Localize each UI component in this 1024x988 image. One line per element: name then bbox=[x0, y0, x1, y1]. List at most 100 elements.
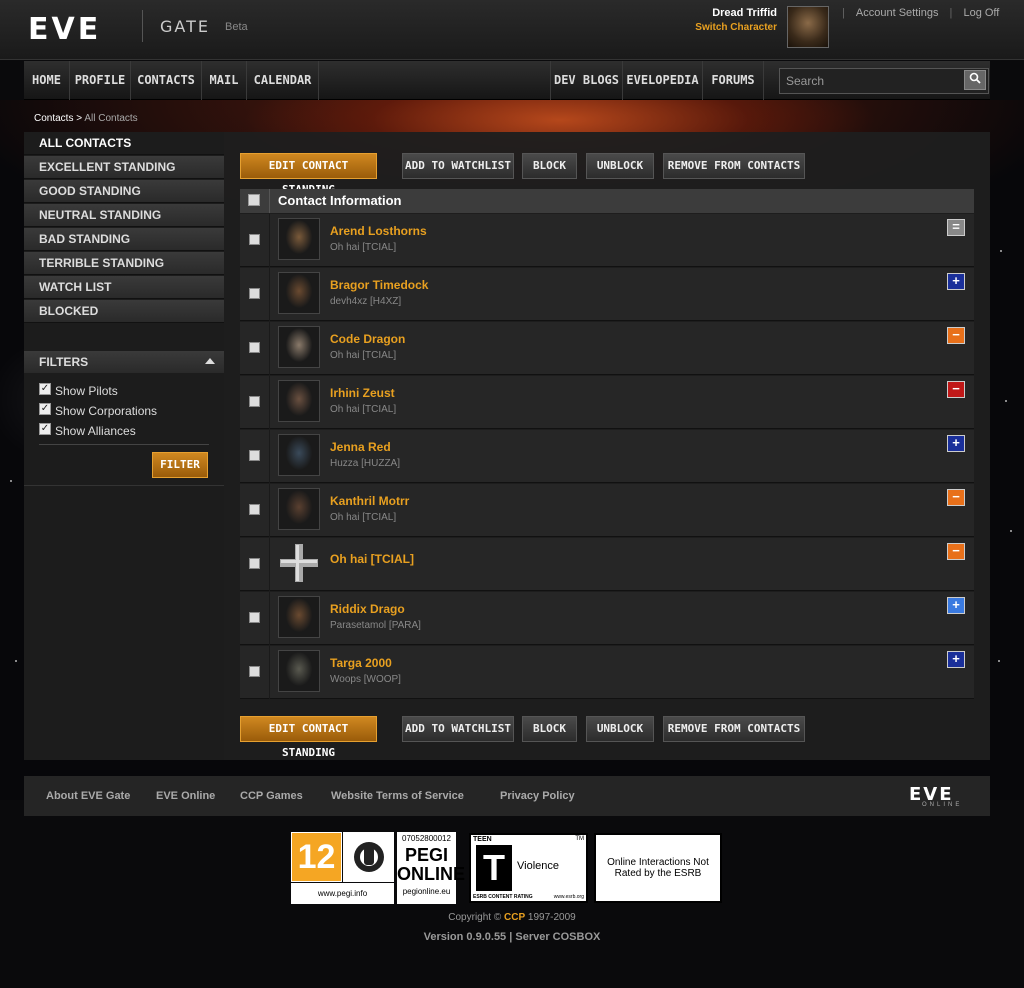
contact-corporation[interactable]: Huzza [HUZZA] bbox=[330, 458, 400, 469]
row-divider bbox=[269, 538, 270, 591]
breadcrumb-contacts[interactable]: Contacts bbox=[34, 113, 73, 124]
unblock-button-bottom[interactable]: UNBLOCK bbox=[586, 716, 654, 742]
contact-portrait[interactable] bbox=[278, 650, 320, 692]
contact-portrait[interactable] bbox=[278, 272, 320, 314]
filters-header[interactable]: FILTERS bbox=[24, 351, 224, 373]
contact-corporation[interactable]: Oh hai [TCIAL] bbox=[330, 242, 396, 253]
contact-portrait[interactable] bbox=[278, 218, 320, 260]
edit-contact-standing-button[interactable]: EDIT CONTACT STANDING bbox=[240, 153, 377, 196]
footer-link-privacy[interactable]: Privacy Policy bbox=[500, 790, 575, 802]
standing-neutral-icon: = bbox=[947, 219, 965, 236]
show-alliances-checkbox[interactable]: ✓ bbox=[39, 423, 51, 435]
edit-contact-standing-button-bottom[interactable]: EDIT CONTACT STANDING bbox=[240, 716, 377, 759]
pegi-12-badge: 12 bbox=[291, 832, 342, 882]
show-pilots-checkbox[interactable]: ✓ bbox=[39, 383, 51, 395]
standing-excellent-icon: + bbox=[947, 651, 965, 668]
contact-portrait[interactable] bbox=[278, 326, 320, 368]
eve-logo[interactable]: EVE bbox=[28, 12, 101, 47]
esrb-online-notice: Online Interactions Not Rated by the ESR… bbox=[594, 833, 722, 903]
table-row[interactable] bbox=[240, 430, 974, 483]
search-icon[interactable] bbox=[964, 70, 986, 90]
account-settings-link[interactable]: Account Settings bbox=[856, 7, 939, 19]
contact-portrait[interactable] bbox=[278, 380, 320, 422]
search-input[interactable]: Search bbox=[779, 68, 989, 94]
block-button-bottom[interactable]: BLOCK bbox=[522, 716, 577, 742]
row-divider bbox=[269, 592, 270, 645]
nav-evelopedia[interactable]: EVELOPEDIA bbox=[623, 61, 703, 100]
nav-home[interactable]: HOME bbox=[24, 61, 70, 100]
row-checkbox[interactable] bbox=[249, 666, 260, 677]
row-checkbox[interactable] bbox=[249, 504, 260, 515]
nav-dev-blogs[interactable]: DEV BLOGS bbox=[550, 61, 623, 100]
remove-from-contacts-button[interactable]: REMOVE FROM CONTACTS bbox=[663, 153, 805, 179]
contact-corporation[interactable]: Parasetamol [PARA] bbox=[330, 620, 421, 631]
sidebar-item-good-standing[interactable]: GOOD STANDING bbox=[24, 180, 224, 203]
unblock-button[interactable]: UNBLOCK bbox=[586, 153, 654, 179]
contact-portrait[interactable] bbox=[278, 488, 320, 530]
sidebar-item-bad-standing[interactable]: BAD STANDING bbox=[24, 228, 224, 251]
character-name[interactable]: Dread Triffid bbox=[712, 7, 777, 19]
footer-link-eve-online[interactable]: EVE Online bbox=[156, 790, 215, 802]
nav-calendar[interactable]: CALENDAR bbox=[247, 61, 319, 100]
collapse-arrow-icon[interactable] bbox=[205, 358, 215, 364]
contact-name[interactable]: Kanthril Motrr bbox=[330, 494, 409, 508]
row-checkbox[interactable] bbox=[249, 342, 260, 353]
footer-link-terms[interactable]: Website Terms of Service bbox=[331, 790, 464, 802]
contact-name[interactable]: Irhini Zeust bbox=[330, 386, 395, 400]
row-checkbox[interactable] bbox=[249, 558, 260, 569]
sidebar-item-excellent-standing[interactable]: EXCELLENT STANDING bbox=[24, 156, 224, 179]
nav-mail[interactable]: MAIL bbox=[202, 61, 247, 100]
block-button[interactable]: BLOCK bbox=[522, 153, 577, 179]
sidebar-item-blocked[interactable]: BLOCKED bbox=[24, 300, 224, 323]
contact-name[interactable]: Jenna Red bbox=[330, 440, 391, 454]
nav-profile[interactable]: PROFILE bbox=[70, 61, 131, 100]
table-row[interactable] bbox=[240, 268, 974, 321]
select-all-checkbox[interactable] bbox=[248, 194, 260, 206]
contact-name[interactable]: Oh hai [TCIAL] bbox=[330, 552, 414, 566]
contact-name[interactable]: Bragor Timedock bbox=[330, 278, 428, 292]
contact-portrait[interactable] bbox=[278, 596, 320, 638]
sidebar-item-watch-list[interactable]: WATCH LIST bbox=[24, 276, 224, 299]
add-to-watchlist-button[interactable]: ADD TO WATCHLIST bbox=[402, 153, 514, 179]
pegi-violence-icon bbox=[343, 832, 394, 882]
row-checkbox[interactable] bbox=[249, 450, 260, 461]
table-row[interactable] bbox=[240, 646, 974, 699]
switch-character-link[interactable]: Switch Character bbox=[695, 22, 777, 33]
sidebar-item-terrible-standing[interactable]: TERRIBLE STANDING bbox=[24, 252, 224, 275]
table-row[interactable] bbox=[240, 322, 974, 375]
contact-name[interactable]: Riddix Drago bbox=[330, 602, 405, 616]
contact-name[interactable]: Arend Losthorns bbox=[330, 224, 427, 238]
show-corporations-checkbox[interactable]: ✓ bbox=[39, 403, 51, 415]
show-alliances-label: Show Alliances bbox=[55, 424, 136, 438]
row-checkbox[interactable] bbox=[249, 288, 260, 299]
table-row[interactable] bbox=[240, 484, 974, 537]
sidebar-item-neutral-standing[interactable]: NEUTRAL STANDING bbox=[24, 204, 224, 227]
contact-corporation[interactable]: devh4xz [H4XZ] bbox=[330, 296, 401, 307]
table-row[interactable] bbox=[240, 592, 974, 645]
row-checkbox[interactable] bbox=[249, 612, 260, 623]
footer-link-ccp-games[interactable]: CCP Games bbox=[240, 790, 303, 802]
contact-name[interactable]: Code Dragon bbox=[330, 332, 405, 346]
add-to-watchlist-button-bottom[interactable]: ADD TO WATCHLIST bbox=[402, 716, 514, 742]
row-checkbox[interactable] bbox=[249, 396, 260, 407]
ccp-link[interactable]: CCP bbox=[504, 912, 525, 923]
table-row[interactable] bbox=[240, 376, 974, 429]
nav-forums[interactable]: FORUMS bbox=[703, 61, 764, 100]
contact-corporation[interactable]: Woops [WOOP] bbox=[330, 674, 401, 685]
contact-corporation[interactable]: Oh hai [TCIAL] bbox=[330, 512, 396, 523]
corporation-logo-icon[interactable] bbox=[278, 542, 320, 584]
contact-corporation[interactable]: Oh hai [TCIAL] bbox=[330, 404, 396, 415]
footer-link-about[interactable]: About EVE Gate bbox=[46, 790, 130, 802]
character-avatar[interactable] bbox=[787, 6, 829, 48]
table-row[interactable] bbox=[240, 214, 974, 267]
remove-from-contacts-button-bottom[interactable]: REMOVE FROM CONTACTS bbox=[663, 716, 805, 742]
row-checkbox[interactable] bbox=[249, 234, 260, 245]
log-off-link[interactable]: Log Off bbox=[963, 7, 999, 19]
nav-contacts[interactable]: CONTACTS bbox=[131, 61, 202, 100]
contact-corporation[interactable]: Oh hai [TCIAL] bbox=[330, 350, 396, 361]
filter-button[interactable]: FILTER bbox=[152, 452, 208, 478]
standing-good-icon: + bbox=[947, 597, 965, 614]
sidebar-item-all-contacts[interactable]: ALL CONTACTS bbox=[24, 132, 224, 155]
contact-portrait[interactable] bbox=[278, 434, 320, 476]
contact-name[interactable]: Targa 2000 bbox=[330, 656, 392, 670]
